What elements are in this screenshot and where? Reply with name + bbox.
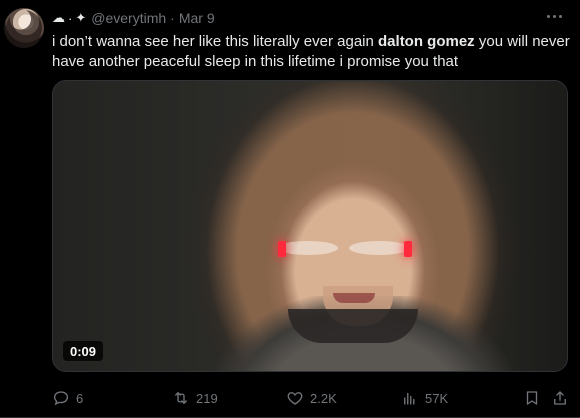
tweet-actions: 6 219 2.2K 57K: [52, 386, 570, 410]
retweet-button[interactable]: 219: [172, 386, 218, 410]
video-figure-eye-right: [349, 241, 409, 255]
user-handle[interactable]: @everytimh: [91, 10, 166, 26]
tweet-header: ☁ · ✦ @everytimh · Mar 9: [52, 8, 215, 28]
tweet-text-bold: dalton gomez: [378, 33, 475, 50]
tweet-card[interactable]: ☁ · ✦ @everytimh · Mar 9 i don’t wanna s…: [0, 0, 580, 418]
video-figure-eye-left: [278, 241, 338, 255]
video-red-light-left: [278, 241, 286, 257]
views-count: 57K: [425, 390, 449, 406]
heart-icon: [287, 392, 303, 405]
separator: ·: [170, 10, 175, 26]
video-player[interactable]: 0:09: [52, 80, 568, 372]
like-count: 2.2K: [310, 390, 337, 406]
share-button[interactable]: [551, 386, 575, 410]
display-name[interactable]: ☁ · ✦: [52, 10, 86, 26]
video-figure-collar: [288, 309, 418, 343]
sparkle-icon: ✦: [75, 10, 87, 25]
tweet-text: i don’t wanna see her like this literall…: [52, 32, 572, 72]
tweet-date[interactable]: Mar 9: [179, 10, 215, 26]
reply-count: 6: [76, 390, 84, 406]
cloud-icon: ☁: [52, 10, 65, 25]
bookmark-button[interactable]: [523, 386, 547, 410]
like-button[interactable]: 2.2K: [286, 386, 337, 410]
video-timestamp: 0:09: [63, 341, 104, 361]
video-figure-mouth: [333, 293, 375, 303]
share-icon: [554, 391, 566, 405]
reply-button[interactable]: 6: [52, 386, 83, 410]
avatar[interactable]: [4, 8, 44, 48]
reply-icon: [53, 391, 69, 406]
video-red-light-right: [404, 241, 412, 257]
tweet-text-part: i don’t wanna see her like this literall…: [52, 33, 379, 50]
dot-glyph: ·: [68, 10, 73, 26]
retweet-count: 219: [196, 390, 218, 406]
views-button[interactable]: 57K: [401, 386, 448, 410]
views-icon: [404, 392, 415, 405]
bookmark-icon: [526, 391, 538, 405]
retweet-icon: [175, 392, 187, 404]
more-dots-icon[interactable]: [542, 4, 566, 28]
avatar-image: [6, 10, 42, 46]
